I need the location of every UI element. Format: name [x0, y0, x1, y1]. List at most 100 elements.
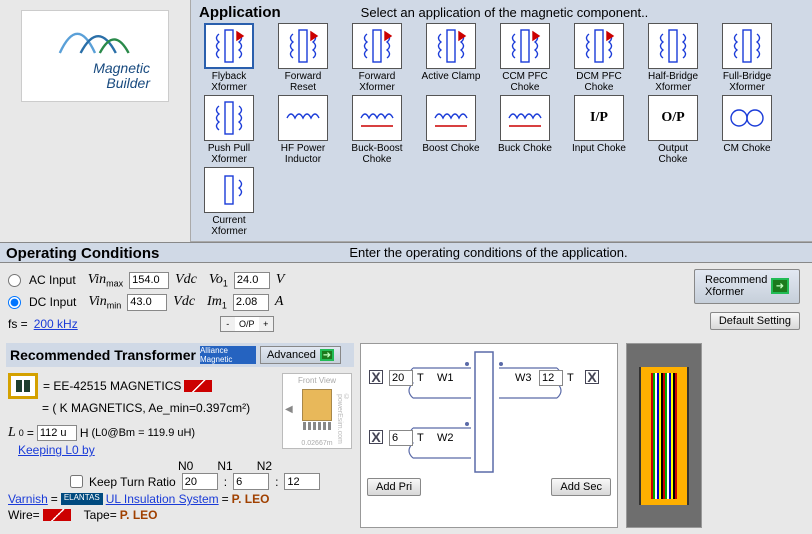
n0-input[interactable]	[182, 473, 218, 490]
l0-input[interactable]	[37, 425, 77, 441]
spinner-up-icon[interactable]: +	[259, 317, 273, 331]
n1-input[interactable]	[233, 473, 269, 490]
add-pri-button[interactable]: Add Pri	[367, 478, 421, 496]
opcond-title: Operating Conditions	[6, 245, 346, 262]
vinmin-input[interactable]	[127, 294, 167, 311]
app-item-label: Active Clamp	[422, 71, 481, 82]
app-icon	[426, 95, 476, 141]
app-icon	[204, 95, 254, 141]
app-item-label: CM Choke	[723, 143, 770, 154]
w1-turns-input[interactable]	[389, 370, 413, 386]
app-item-push-pull-xformer[interactable]: Push Pull Xformer	[199, 95, 259, 165]
red-stripe-icon	[184, 380, 212, 392]
app-item-boost-choke[interactable]: Boost Choke	[421, 95, 481, 165]
opcond-hint: Enter the operating conditions of the ap…	[349, 245, 627, 260]
app-item-label: Flyback Xformer	[199, 71, 259, 93]
app-item-label: Full-Bridge Xformer	[717, 71, 777, 93]
prev-icon[interactable]: ◀	[285, 404, 293, 415]
alliance-badge: Alliance Magnetic	[200, 346, 256, 364]
app-item-buck-choke[interactable]: Buck Choke	[495, 95, 555, 165]
default-setting-button[interactable]: Default Setting	[710, 312, 800, 330]
logo-panel: MagneticBuilder	[0, 0, 190, 186]
app-icon	[500, 95, 550, 141]
app-item-active-clamp[interactable]: Active Clamp	[421, 23, 481, 93]
fs-label: fs =	[8, 317, 28, 331]
keep-turn-ratio-label: Keep Turn Ratio	[89, 475, 176, 489]
core-detail: = ( K MAGNETICS, Ae_min=0.397cm²)	[42, 401, 250, 415]
app-item-label: Forward Xformer	[347, 71, 407, 93]
app-icon	[426, 23, 476, 69]
app-item-label: DCM PFC Choke	[569, 71, 629, 93]
app-icon	[278, 95, 328, 141]
app-icon	[204, 167, 254, 213]
vo1-input[interactable]	[234, 272, 270, 289]
arrow-right-icon	[320, 349, 334, 361]
w2-turns-input[interactable]	[389, 430, 413, 446]
app-item-label: CCM PFC Choke	[495, 71, 555, 93]
winding-diagram: X T W1 X T W2 W3 T X Add Pri Add Sec	[360, 343, 618, 528]
w3-turns-input[interactable]	[539, 370, 563, 386]
im1-input[interactable]	[233, 294, 269, 311]
tape-label: Tape=	[84, 508, 117, 522]
app-item-cm-choke[interactable]: CM Choke	[717, 95, 777, 165]
app-item-label: Buck Choke	[498, 143, 552, 154]
ac-input-radio[interactable]	[8, 274, 21, 287]
fs-link[interactable]: 200 kHz	[34, 317, 78, 331]
rec-title: Recommended Transformer	[10, 347, 196, 363]
application-panel: Application Select an application of the…	[190, 0, 812, 242]
app-item-current-xformer[interactable]: Current Xformer	[199, 167, 259, 237]
dc-input-label: DC Input	[29, 295, 76, 309]
app-item-label: Half-Bridge Xformer	[643, 71, 703, 93]
delete-w2-button[interactable]: X	[369, 430, 383, 444]
advanced-button[interactable]: Advanced	[260, 346, 341, 364]
varnish-link[interactable]: Varnish	[8, 492, 48, 506]
logo: MagneticBuilder	[21, 10, 169, 102]
vinmax-input[interactable]	[129, 272, 169, 289]
operating-conditions-header: Operating Conditions Enter the operating…	[0, 242, 812, 263]
opcond-body: AC Input Vinmax Vdc Vo1 V DC Input Vinmi…	[0, 263, 812, 341]
app-icon	[574, 23, 624, 69]
keeping-l0-link[interactable]: Keeping L0 by	[18, 443, 95, 457]
app-item-full-bridge-xformer[interactable]: Full-Bridge Xformer	[717, 23, 777, 93]
application-title: Application	[199, 4, 281, 21]
front-view-preview: ◀ Front View 0.02667m © powerEsim.com	[282, 373, 352, 449]
app-item-forward-reset[interactable]: Forward Reset	[273, 23, 333, 93]
app-item-flyback-xformer[interactable]: Flyback Xformer	[199, 23, 259, 93]
keep-turn-ratio-checkbox[interactable]	[70, 475, 83, 488]
core-icon	[8, 373, 38, 399]
recommend-xformer-button[interactable]: Recommend Xformer	[694, 269, 800, 303]
add-sec-button[interactable]: Add Sec	[551, 478, 611, 496]
app-item-hf-power-inductor[interactable]: HF Power Inductor	[273, 95, 333, 165]
app-icon	[204, 23, 254, 69]
app-icon	[500, 23, 550, 69]
app-item-output-choke[interactable]: O/POutput Choke	[643, 95, 703, 165]
elantas-badge: ELANTAS	[61, 493, 103, 505]
app-item-forward-xformer[interactable]: Forward Xformer	[347, 23, 407, 93]
logo-text-2: Builder	[106, 75, 150, 91]
app-item-label: Boost Choke	[422, 143, 479, 154]
app-icon	[722, 95, 772, 141]
ac-input-label: AC Input	[29, 273, 76, 287]
dc-input-radio[interactable]	[8, 296, 21, 309]
delete-w3-button[interactable]: X	[585, 370, 599, 384]
spinner-down-icon[interactable]: -	[221, 317, 235, 331]
delete-w1-button[interactable]: X	[369, 370, 383, 384]
app-item-ccm-pfc-choke[interactable]: CCM PFC Choke	[495, 23, 555, 93]
n2-input[interactable]	[284, 473, 320, 490]
app-item-label: Output Choke	[643, 143, 703, 165]
app-item-buck-boost-choke[interactable]: Buck-Boost Choke	[347, 95, 407, 165]
app-item-half-bridge-xformer[interactable]: Half-Bridge Xformer	[643, 23, 703, 93]
app-item-input-choke[interactable]: I/PInput Choke	[569, 95, 629, 165]
app-icon	[648, 23, 698, 69]
wire-icon	[43, 509, 71, 521]
arrow-right-icon	[771, 278, 789, 294]
core-name: = EE-42515 MAGNETICS	[43, 379, 181, 393]
op-spinner[interactable]: - O/P +	[220, 316, 274, 332]
ul-insulation-link[interactable]: UL Insulation System	[106, 492, 219, 506]
app-item-label: Current Xformer	[199, 215, 259, 237]
app-item-label: Push Pull Xformer	[199, 143, 259, 165]
wire-label: Wire=	[8, 508, 40, 522]
app-item-dcm-pfc-choke[interactable]: DCM PFC Choke	[569, 23, 629, 93]
app-item-label: HF Power Inductor	[273, 143, 333, 165]
app-item-label: Input Choke	[572, 143, 626, 154]
